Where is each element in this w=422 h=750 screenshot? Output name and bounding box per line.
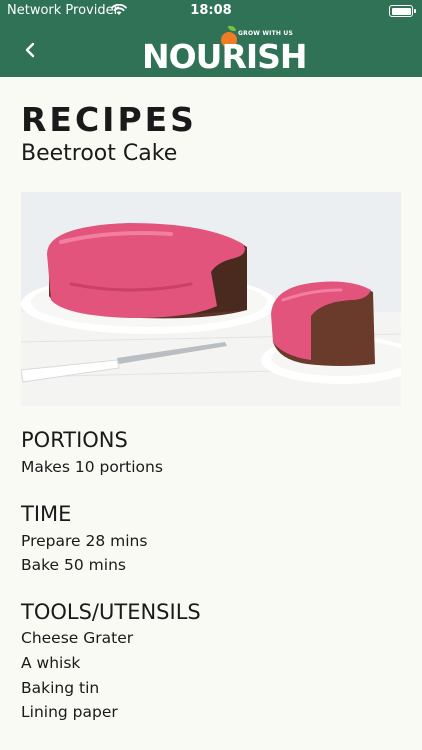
- app-header: Network Provider 18:08 GROW WITH US NOUR…: [0, 0, 422, 77]
- tool-item: A whisk: [21, 654, 81, 672]
- leaf-icon: [228, 26, 236, 31]
- tools-title: TOOLS/UTENSILS: [21, 600, 201, 624]
- portions-line: Makes 10 portions: [21, 458, 163, 476]
- tool-item: Baking tin: [21, 679, 100, 697]
- time-title: TIME: [21, 502, 72, 526]
- status-time: 18:08: [190, 3, 232, 18]
- recipe-photo: [21, 192, 401, 406]
- status-bar: Network Provider 18:08: [0, 0, 422, 22]
- time-line-prepare: Prepare 28 mins: [21, 532, 148, 550]
- portions-title: PORTIONS: [21, 428, 128, 452]
- back-button[interactable]: [18, 38, 42, 62]
- recipe-name: Beetroot Cake: [21, 141, 178, 166]
- tool-item: Cheese Grater: [21, 629, 134, 647]
- nourish-logo: GROW WITH US NOURISH: [142, 24, 308, 76]
- battery-icon: [389, 5, 416, 17]
- page-title: RECIPES: [21, 100, 197, 139]
- tool-item: Lining paper: [21, 703, 118, 721]
- logo-tagline: GROW WITH US: [238, 30, 293, 37]
- logo-wordmark: NOURISH: [142, 37, 308, 76]
- chevron-left-icon: [25, 42, 35, 58]
- time-line-bake: Bake 50 mins: [21, 556, 126, 574]
